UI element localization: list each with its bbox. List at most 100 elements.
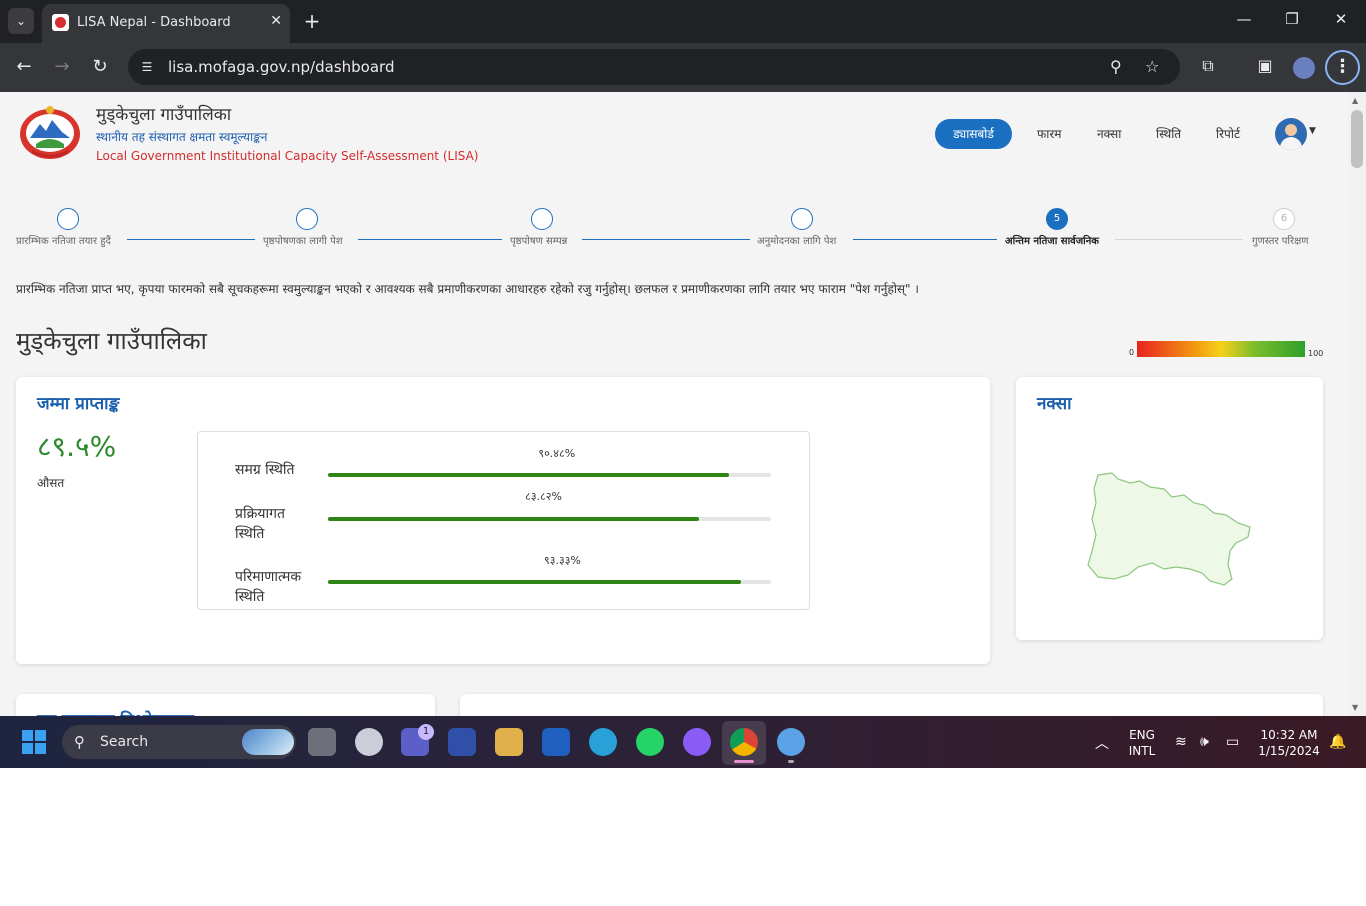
step-3-label: पृष्ठपोषण सम्पन्न xyxy=(510,236,568,247)
overall-status-label-line: समग्र स्थिति xyxy=(235,462,295,478)
kebab-icon[interactable]: ⋮ xyxy=(1325,50,1360,85)
side-panel-icon[interactable]: ▣ xyxy=(1254,56,1276,75)
wifi-icon[interactable]: ≋ xyxy=(1175,734,1187,750)
task-view-icon[interactable] xyxy=(308,728,336,756)
notification-badge: 1 xyxy=(418,724,434,740)
browser-toolbar: ← → ↻ ☰ lisa.mofaga.gov.np/dashboard ⚲ ☆… xyxy=(0,43,1366,92)
back-icon[interactable]: ← xyxy=(12,55,36,79)
edge-icon[interactable] xyxy=(589,728,617,756)
language-indicator[interactable]: ENG INTL xyxy=(1125,727,1159,759)
scroll-up-icon[interactable]: ▲ xyxy=(1352,96,1358,105)
site-info-icon[interactable]: ☰ xyxy=(138,58,156,76)
process-status-percent: ८३.८२% xyxy=(525,490,562,503)
screen: ⌄ LISA Nepal - Dashboard ✕ + — ❐ ✕ ← → ↻… xyxy=(0,0,1366,768)
nav-map[interactable]: नक्सा xyxy=(1097,125,1121,142)
scroll-thumb[interactable] xyxy=(1351,110,1363,168)
weather-icon[interactable] xyxy=(355,728,383,756)
average-score-label: औसत xyxy=(37,476,65,490)
reload-icon[interactable]: ↻ xyxy=(88,55,112,79)
nepal-emblem-logo xyxy=(20,106,80,159)
battery-icon[interactable]: ▭ xyxy=(1226,734,1239,750)
paint-app-icon[interactable] xyxy=(777,728,805,756)
sub-analysis-card: उप मुल्याङ्कन विश्लेषणहरु xyxy=(16,694,435,716)
address-bar[interactable]: ☰ lisa.mofaga.gov.np/dashboard ⚲ ☆ xyxy=(128,49,1180,85)
windows-taskbar: ⚲ Search xyxy=(0,716,1366,768)
active-app-indicator xyxy=(734,760,754,763)
quantitative-status-percent: ९३.३३% xyxy=(544,554,581,567)
overall-status-label: समग्र स्थिति xyxy=(235,460,295,480)
overall-status-bar xyxy=(328,473,729,477)
profile-icon[interactable] xyxy=(1293,57,1315,79)
restore-icon[interactable]: ❐ xyxy=(1277,10,1307,28)
clock-time: 10:32 AM xyxy=(1260,728,1318,742)
volume-icon[interactable]: 🕪 xyxy=(1200,734,1209,750)
messenger-icon[interactable] xyxy=(683,728,711,756)
site-subtitle-nepali: स्थानीय तह संस्थागत क्षमता स्वमूल्याङ्कन xyxy=(96,130,268,144)
site-subtitle-english: Local Government Institutional Capacity … xyxy=(96,149,479,163)
nav-dashboard[interactable]: ड्यासबोर्ड xyxy=(935,119,1012,149)
legend-max-label: 100 xyxy=(1308,349,1324,358)
municipality-heading: मुड्केचुला गाउँपालिका xyxy=(16,327,207,355)
whatsapp-icon[interactable] xyxy=(636,728,664,756)
municipality-map-shape[interactable] xyxy=(1084,469,1256,589)
nav-status[interactable]: स्थिति xyxy=(1156,125,1181,142)
step-5-label: अन्तिम नतिजा सार्वजनिक xyxy=(1005,236,1099,247)
language-code: ENG xyxy=(1129,728,1155,742)
sub-analysis-title: उप मुल्याङ्कन विश्लेषणहरु xyxy=(37,708,194,716)
step-4-circle xyxy=(791,208,813,230)
minimize-icon[interactable]: — xyxy=(1229,10,1259,28)
quantitative-status-label-line1: परिमाणात्मक xyxy=(235,569,302,585)
show-hidden-icons[interactable]: ︿ xyxy=(1095,733,1109,753)
nav-report[interactable]: रिपोर्ट xyxy=(1216,125,1240,142)
average-score-value: ८९.५% xyxy=(37,430,117,463)
status-breakdown: ९०.४८% समग्र स्थिति ८३.८२% प्रक्रियागत स… xyxy=(197,431,810,610)
step-connector xyxy=(1115,239,1243,240)
clock[interactable]: 10:32 AM 1/15/2024 xyxy=(1256,727,1322,759)
step-1-label: प्रारम्भिक नतिजा तयार हुदैं xyxy=(16,236,111,247)
taskbar-search[interactable]: ⚲ Search xyxy=(62,725,296,759)
url-text[interactable]: lisa.mofaga.gov.np/dashboard xyxy=(168,58,394,76)
window-close-icon[interactable]: ✕ xyxy=(1326,10,1356,28)
chrome-icon xyxy=(730,728,758,756)
quantitative-status-label: परिमाणात्मक स्थिति xyxy=(235,567,301,607)
taskbar-search-label: Search xyxy=(100,734,149,750)
zoom-icon[interactable]: ⚲ xyxy=(1110,57,1122,76)
close-tab-icon[interactable]: ✕ xyxy=(270,13,282,29)
tab-search-button[interactable]: ⌄ xyxy=(8,8,34,34)
overall-status-percent: ९०.४८% xyxy=(538,447,576,460)
calendar-app-icon[interactable] xyxy=(542,728,570,756)
color-scale-legend xyxy=(1137,341,1305,357)
step-connector xyxy=(853,239,997,240)
windows-start-icon[interactable] xyxy=(22,730,46,754)
overall-status-track xyxy=(328,473,771,477)
notification-bell-icon[interactable]: 🔔 xyxy=(1329,734,1346,750)
quantitative-status-bar xyxy=(328,580,742,584)
map-card-title: नक्सा xyxy=(1037,394,1072,414)
process-status-label: प्रक्रियागत स्थिति xyxy=(235,504,285,544)
page-scrollbar[interactable]: ▲ ▼ xyxy=(1348,92,1366,716)
total-score-card: जम्मा प्राप्ताङ्क ८९.५% औसत ९०.४८% समग्र… xyxy=(16,377,990,664)
star-icon[interactable]: ☆ xyxy=(1145,57,1159,76)
user-avatar[interactable] xyxy=(1275,118,1307,150)
favicon-icon xyxy=(52,14,69,31)
process-status-track xyxy=(328,517,771,521)
process-status-bar xyxy=(328,517,700,521)
process-status-label-line2: स्थिति xyxy=(235,526,265,542)
file-explorer-icon[interactable] xyxy=(495,728,523,756)
step-connector xyxy=(358,239,502,240)
scroll-down-icon[interactable]: ▼ xyxy=(1352,703,1358,712)
nav-form[interactable]: फारम xyxy=(1037,125,1061,142)
clock-date: 1/15/2024 xyxy=(1258,744,1320,758)
scanner-app-icon[interactable] xyxy=(448,728,476,756)
step-6-circle: 6 xyxy=(1273,208,1295,230)
legend-min-label: 0 xyxy=(1129,348,1135,357)
web-page: मुड्केचुला गाउँपालिका स्थानीय तह संस्थाग… xyxy=(0,92,1348,716)
new-tab-button[interactable]: + xyxy=(300,8,324,34)
quantitative-status-track xyxy=(328,580,771,584)
browser-tab[interactable]: LISA Nepal - Dashboard ✕ xyxy=(42,4,290,43)
puzzle-icon[interactable]: ⧉ xyxy=(1197,56,1219,76)
forward-icon[interactable]: → xyxy=(50,55,74,79)
process-status-label-line1: प्रक्रियागत xyxy=(235,506,285,522)
step-6-label: गुणस्तर परिक्षण xyxy=(1252,236,1309,247)
caret-down-icon[interactable]: ▼ xyxy=(1309,126,1316,136)
